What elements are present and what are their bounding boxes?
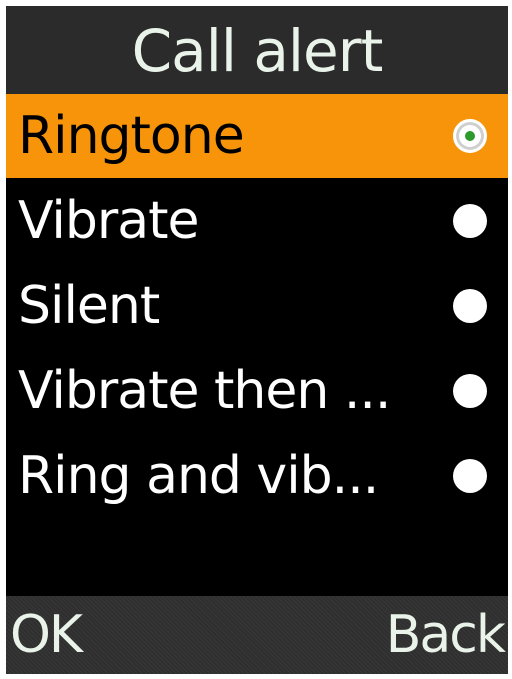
alert-options-list: Ringtone Vibrate Silent Vibrate then ...…	[6, 94, 508, 518]
page-title: Call alert	[131, 17, 384, 85]
radio-unselected-icon[interactable]	[453, 373, 487, 408]
radio-selected-icon[interactable]	[453, 119, 487, 153]
radio-dot-icon	[465, 131, 475, 141]
option-label: Ringtone	[18, 106, 245, 166]
title-bar: Call alert	[6, 6, 508, 94]
back-softkey-button[interactable]: Back	[386, 609, 506, 661]
option-label: Vibrate then ...	[18, 360, 391, 421]
ok-softkey-button[interactable]: OK	[10, 609, 83, 661]
option-vibrate[interactable]: Vibrate	[6, 178, 508, 263]
option-label: Vibrate	[18, 190, 200, 251]
radio-unselected-icon[interactable]	[453, 458, 487, 493]
option-vibrate-then-ring[interactable]: Vibrate then ...	[6, 348, 508, 433]
phone-screen: Call alert Ringtone Vibrate Silent Vibra…	[6, 6, 508, 674]
option-ring-and-vibrate[interactable]: Ring and vib...	[6, 433, 508, 518]
radio-unselected-icon[interactable]	[453, 288, 487, 323]
option-label: Silent	[18, 275, 160, 336]
option-ringtone[interactable]: Ringtone	[6, 94, 508, 178]
option-silent[interactable]: Silent	[6, 263, 508, 348]
option-label: Ring and vib...	[18, 445, 379, 506]
radio-unselected-icon[interactable]	[453, 203, 487, 238]
softkey-bar: OK Back	[6, 596, 508, 674]
